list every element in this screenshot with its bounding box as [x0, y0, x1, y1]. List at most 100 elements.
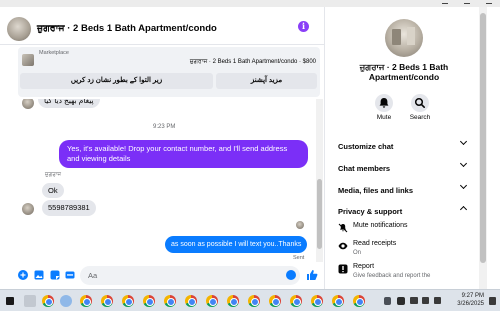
read-receipts-item[interactable]: Read receipts On — [338, 240, 476, 260]
message-input-placeholder: Aa — [88, 271, 98, 280]
windows-taskbar: 9:27 PM 3/26/2025 — [0, 289, 500, 311]
start-menu-icon[interactable] — [6, 297, 14, 305]
more-options-button[interactable]: مزید آپشنز — [216, 73, 317, 89]
chrome-icon[interactable] — [143, 295, 155, 307]
conversation-avatar[interactable] — [7, 17, 31, 41]
close-window-button[interactable] — [478, 0, 500, 7]
search-label: Search — [409, 114, 431, 121]
mute-label: Mute — [376, 114, 392, 121]
mute-button[interactable] — [375, 94, 393, 112]
taskbar-clock[interactable]: 9:27 PM 3/26/2025 — [457, 292, 484, 308]
chrome-icon[interactable] — [269, 295, 281, 307]
chrome-icon[interactable] — [80, 295, 92, 307]
clock-date: 3/26/2025 — [457, 301, 484, 307]
media-files-links-section[interactable]: Media, files and links — [338, 180, 470, 195]
chrome-icon[interactable] — [206, 295, 218, 307]
message-scrollbar[interactable] — [316, 99, 323, 262]
minimize-button[interactable] — [434, 0, 456, 7]
emoji-icon[interactable] — [286, 270, 296, 280]
app-icon[interactable] — [60, 295, 72, 307]
maximize-button[interactable] — [456, 0, 478, 7]
eye-icon — [338, 242, 348, 250]
search-button[interactable] — [411, 94, 429, 112]
alert-icon — [338, 264, 348, 274]
chat-members-section[interactable]: Chat members — [338, 158, 470, 173]
chrome-icon[interactable] — [42, 295, 54, 307]
sender-avatar — [22, 203, 34, 215]
chrome-icon[interactable] — [122, 295, 134, 307]
chevron-down-icon — [459, 159, 468, 168]
gif-icon[interactable] — [65, 270, 75, 280]
sender-avatar — [22, 99, 34, 109]
chrome-icon[interactable] — [332, 295, 344, 307]
read-receipts-label: Read receipts — [353, 240, 397, 247]
listing-thumbnail[interactable] — [22, 54, 34, 66]
plus-circle-icon[interactable] — [18, 270, 28, 280]
section-label: Privacy & support — [338, 207, 403, 216]
clock-time: 9:27 PM — [461, 293, 484, 299]
incoming-message[interactable]: Ok — [42, 183, 64, 198]
section-label: Chat members — [338, 164, 391, 173]
section-label: Media, files and links — [338, 186, 414, 195]
bell-off-icon — [338, 223, 348, 233]
message-bubble-partial[interactable]: پیغام بھیج دیا گیا — [38, 99, 100, 108]
conversation-info-icon[interactable]: i — [298, 21, 309, 32]
details-title: ਜ਼ੁਗਰਾਜ · 2 Beds 1 Bath Apartment/condo — [359, 62, 449, 82]
marketplace-listing-card: Marketplace ਜ਼ੁਗਰਾਜ · 2 Beds 1 Bath Apar… — [18, 47, 320, 97]
message-composer: Aa — [0, 262, 325, 289]
thumbs-up-icon[interactable] — [306, 269, 318, 281]
chat-panel: ਜ਼ੁਗਰਾਜ · 2 Beds 1 Bath Apartment/condo … — [0, 7, 325, 289]
chrome-icon[interactable] — [311, 295, 323, 307]
chevron-up-icon — [459, 205, 468, 214]
privacy-support-section[interactable]: Privacy & support — [338, 201, 470, 216]
chrome-icon[interactable] — [290, 295, 302, 307]
report-item[interactable]: Report Give feedback and report the — [338, 263, 476, 283]
chrome-icon[interactable] — [164, 295, 176, 307]
sent-status: Sent — [293, 255, 305, 261]
outgoing-message[interactable]: Yes, it's available! Drop your contact n… — [59, 140, 308, 168]
chrome-icon[interactable] — [101, 295, 113, 307]
battery-icon[interactable] — [434, 297, 441, 304]
search-icon — [414, 97, 425, 108]
conversation-photo[interactable] — [385, 19, 423, 57]
incoming-message[interactable]: 5598789381 — [42, 200, 96, 216]
chevron-down-icon — [459, 137, 468, 146]
listing-description[interactable]: ਜ਼ੁਗਰਾਜ · 2 Beds 1 Bath Apartment/condo … — [190, 59, 316, 66]
customize-chat-section[interactable]: Customize chat — [338, 136, 470, 151]
chat-header: ਜ਼ੁਗਰਾਜ · 2 Beds 1 Bath Apartment/condo … — [0, 15, 325, 45]
mute-notifications-item[interactable]: Mute notifications — [338, 222, 476, 234]
file-explorer-icon[interactable] — [24, 295, 36, 307]
mark-as-pending-button[interactable]: زیر التوا کے بطور نشان زد کریں — [20, 73, 213, 89]
marketplace-label: Marketplace — [39, 50, 69, 56]
report-description: Give feedback and report the — [353, 273, 431, 279]
outgoing-message[interactable]: as soon as possible I will text you..Tha… — [165, 236, 308, 253]
timestamp-separator: 9:23 PM — [153, 124, 176, 130]
notifications-icon[interactable] — [489, 297, 496, 305]
seen-by-avatar — [296, 221, 304, 229]
read-receipts-state: On — [353, 250, 362, 256]
report-label: Report — [353, 263, 375, 270]
chrome-icon[interactable] — [248, 295, 260, 307]
chrome-icon[interactable] — [353, 295, 365, 307]
bell-icon — [379, 98, 389, 108]
scrollbar-thumb[interactable] — [317, 179, 322, 249]
details-scrollbar[interactable] — [479, 7, 487, 289]
sender-name: ਜ਼ੁਗਰਾਜ — [45, 172, 61, 178]
message-input[interactable]: Aa — [80, 266, 300, 285]
conversation-details-panel: ਜ਼ੁਗਰਾਜ · 2 Beds 1 Bath Apartment/condo … — [330, 7, 478, 289]
section-label: Customize chat — [338, 142, 394, 151]
sticker-icon[interactable] — [50, 270, 60, 280]
conversation-title[interactable]: ਜ਼ੁਗਰਾਜ · 2 Beds 1 Bath Apartment/condo — [37, 23, 217, 34]
system-tray-icon[interactable] — [384, 297, 391, 305]
tray-app-icon[interactable] — [397, 297, 405, 305]
mute-notifications-label: Mute notifications — [353, 222, 408, 229]
scrollbar-thumb[interactable] — [480, 13, 486, 263]
chevron-down-icon — [459, 181, 468, 190]
image-icon[interactable] — [34, 270, 44, 280]
chrome-icon[interactable] — [227, 295, 239, 307]
volume-icon[interactable] — [422, 297, 429, 304]
network-icon[interactable] — [410, 297, 418, 304]
chrome-icon[interactable] — [185, 295, 197, 307]
message-list: پیغام بھیج دیا گیا 9:23 PM Yes, it's ava… — [0, 99, 316, 262]
window-title-bar — [0, 0, 500, 7]
